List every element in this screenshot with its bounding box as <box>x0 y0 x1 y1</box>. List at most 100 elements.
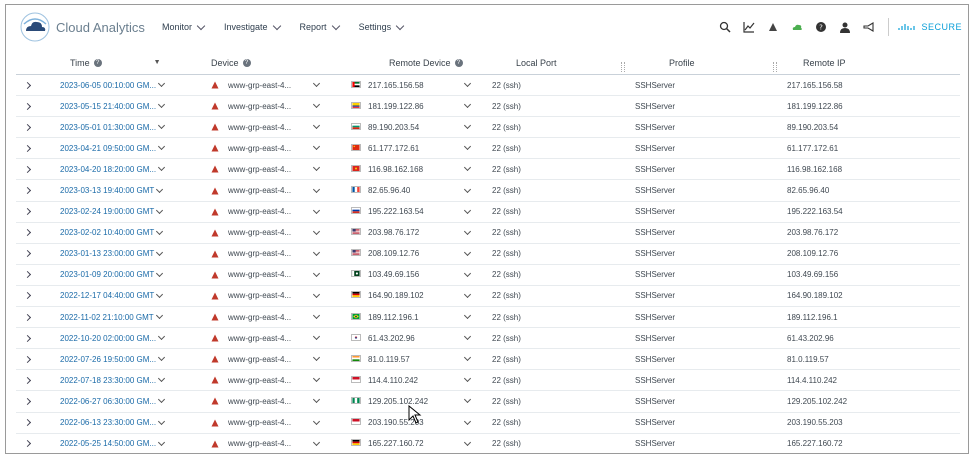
chevron-right-icon[interactable] <box>23 165 31 173</box>
time-cell[interactable]: 2022-06-13 23:30:00 GM... <box>38 418 191 427</box>
time-value[interactable]: 2023-05-01 01:30:00 GM... <box>60 123 156 132</box>
time-cell[interactable]: 2023-02-24 19:00:00 GMT <box>38 207 191 216</box>
table-row[interactable]: 2022-07-26 19:50:00 GM... www-grp-east-4.… <box>16 349 960 371</box>
time-cell[interactable]: 2022-06-27 06:30:00 GM... <box>38 396 191 406</box>
time-value[interactable]: 2023-02-24 19:00:00 GMT <box>60 207 154 216</box>
time-cell[interactable]: 2022-10-20 02:00:00 GM... <box>38 333 191 343</box>
time-value[interactable]: 2023-01-13 23:00:00 GMT <box>60 249 154 258</box>
chevron-down-icon[interactable] <box>312 290 321 299</box>
column-resize-handle[interactable] <box>773 61 777 72</box>
user-icon[interactable] <box>838 20 852 34</box>
chevron-down-icon[interactable] <box>312 269 321 277</box>
alerts-icon[interactable] <box>766 20 780 34</box>
time-cell[interactable]: 2023-01-09 20:00:00 GMT <box>38 270 191 279</box>
chevron-down-icon[interactable] <box>463 417 472 425</box>
table-row[interactable]: 2023-05-15 21:40:00 GM... www-grp-east-4.… <box>16 96 960 118</box>
megaphone-icon[interactable] <box>862 20 876 34</box>
chevron-down-icon[interactable] <box>156 291 164 299</box>
table-row[interactable]: 2023-04-20 18:20:00 GM... www-grp-east-4.… <box>16 159 960 181</box>
col-remote-ip[interactable]: Remote IP <box>787 58 947 68</box>
chevron-down-icon[interactable] <box>463 248 472 256</box>
chevron-down-icon[interactable] <box>158 396 166 404</box>
chevron-down-icon[interactable] <box>463 333 472 341</box>
chevron-down-icon[interactable] <box>463 206 472 214</box>
table-row[interactable]: 2023-02-24 19:00:00 GMT www-grp-east-4...… <box>16 202 960 223</box>
chevron-down-icon[interactable] <box>463 269 472 277</box>
chevron-right-icon[interactable] <box>23 376 31 384</box>
chevron-down-icon[interactable] <box>312 206 321 214</box>
chevron-down-icon[interactable] <box>158 333 166 341</box>
time-cell[interactable]: 2022-05-25 14:50:00 GM... <box>38 439 191 448</box>
chevron-down-icon[interactable] <box>158 143 166 151</box>
chevron-down-icon[interactable] <box>156 186 164 193</box>
chevron-down-icon[interactable] <box>312 375 321 383</box>
time-value[interactable]: 2023-04-20 18:20:00 GM... <box>60 165 156 174</box>
table-row[interactable]: 2022-06-13 23:30:00 GM... www-grp-east-4.… <box>16 413 960 434</box>
chevron-down-icon[interactable] <box>158 439 166 446</box>
chevron-down-icon[interactable] <box>312 438 321 446</box>
time-value[interactable]: 2023-01-09 20:00:00 GMT <box>60 270 154 279</box>
col-remote-device[interactable]: Remote Device? <box>341 58 492 68</box>
chevron-down-icon[interactable] <box>312 354 321 362</box>
time-cell[interactable]: 2023-01-13 23:00:00 GMT <box>38 249 191 258</box>
chevron-right-icon[interactable] <box>23 397 31 405</box>
time-value[interactable]: 2023-03-13 19:40:00 GMT <box>60 186 154 195</box>
sort-desc-icon[interactable]: ▼ <box>154 59 161 66</box>
time-cell[interactable]: 2023-05-15 21:40:00 GM... <box>38 101 191 111</box>
table-row[interactable]: 2022-11-02 21:10:00 GMT www-grp-east-4...… <box>16 307 960 329</box>
time-value[interactable]: 2023-04-21 09:50:00 GM... <box>60 144 156 153</box>
chevron-right-icon[interactable] <box>23 271 31 279</box>
table-row[interactable]: 2023-05-01 01:30:00 GM... www-grp-east-4.… <box>16 117 960 139</box>
time-value[interactable]: 2022-05-25 14:50:00 GM... <box>60 439 156 448</box>
help-icon[interactable]: ? <box>814 20 828 34</box>
chevron-down-icon[interactable] <box>156 249 164 256</box>
chevron-right-icon[interactable] <box>23 250 31 258</box>
time-value[interactable]: 2023-05-15 21:40:00 GM... <box>60 102 156 111</box>
chevron-down-icon[interactable] <box>463 101 472 109</box>
table-row[interactable]: 2023-01-13 23:00:00 GMT www-grp-east-4...… <box>16 244 960 265</box>
time-value[interactable]: 2022-06-13 23:30:00 GM... <box>60 418 156 427</box>
chevron-down-icon[interactable] <box>158 122 166 130</box>
chevron-down-icon[interactable] <box>463 143 472 151</box>
chart-icon[interactable] <box>742 20 756 34</box>
col-local-port[interactable]: Local Port <box>492 58 635 72</box>
time-cell[interactable]: 2022-07-26 19:50:00 GM... <box>38 354 191 364</box>
chevron-right-icon[interactable] <box>23 440 31 448</box>
time-cell[interactable]: 2023-02-02 10:40:00 GMT <box>38 228 191 237</box>
time-cell[interactable]: 2022-12-17 04:40:00 GMT <box>38 291 191 300</box>
chevron-down-icon[interactable] <box>312 185 321 193</box>
chevron-down-icon[interactable] <box>463 185 472 193</box>
nav-monitor[interactable]: Monitor <box>162 21 206 32</box>
col-profile[interactable]: Profile <box>635 58 787 72</box>
time-cell[interactable]: 2023-04-20 18:20:00 GM... <box>38 164 191 174</box>
help-icon[interactable]: ? <box>242 58 251 67</box>
help-icon[interactable]: ? <box>93 58 102 67</box>
time-value[interactable]: 2023-06-05 00:10:00 GM... <box>60 81 156 90</box>
nav-investigate[interactable]: Investigate <box>224 21 281 32</box>
table-row[interactable]: 2022-10-20 02:00:00 GM... www-grp-east-4.… <box>16 328 960 350</box>
chevron-down-icon[interactable] <box>463 290 472 299</box>
chevron-down-icon[interactable] <box>463 164 472 172</box>
col-time[interactable]: Time? ▼ <box>38 58 191 68</box>
chevron-down-icon[interactable] <box>312 122 321 130</box>
column-resize-handle[interactable] <box>621 61 625 72</box>
chevron-right-icon[interactable] <box>23 208 31 216</box>
time-value[interactable]: 2022-07-26 19:50:00 GM... <box>60 355 156 364</box>
chevron-down-icon[interactable] <box>155 312 163 320</box>
time-cell[interactable]: 2023-04-21 09:50:00 GM... <box>38 143 191 153</box>
table-row[interactable]: 2023-01-09 20:00:00 GMT www-grp-east-4...… <box>16 265 960 286</box>
chevron-down-icon[interactable] <box>463 80 472 88</box>
chevron-right-icon[interactable] <box>23 123 31 131</box>
chevron-down-icon[interactable] <box>158 80 166 88</box>
chevron-down-icon[interactable] <box>312 417 321 425</box>
help-icon[interactable]: ? <box>454 58 463 67</box>
chevron-right-icon[interactable] <box>23 334 31 342</box>
chevron-down-icon[interactable] <box>312 248 321 256</box>
chevron-down-icon[interactable] <box>463 375 472 383</box>
chevron-right-icon[interactable] <box>23 313 31 321</box>
time-value[interactable]: 2022-07-18 23:30:00 GM... <box>60 376 156 385</box>
chevron-right-icon[interactable] <box>23 144 31 152</box>
chevron-down-icon[interactable] <box>158 418 166 425</box>
table-row[interactable]: 2023-02-02 10:40:00 GMT www-grp-east-4...… <box>16 223 960 244</box>
chevron-right-icon[interactable] <box>23 81 31 89</box>
